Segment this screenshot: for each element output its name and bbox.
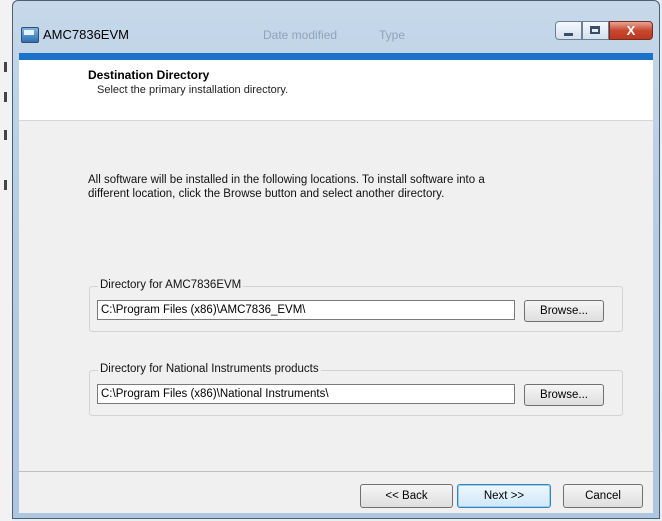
desktop-mark — [4, 180, 7, 190]
directory-path-input-amc7836evm[interactable] — [97, 300, 515, 320]
page-subtitle: Select the primary installation director… — [97, 84, 289, 96]
desktop-mark — [4, 62, 7, 72]
background-desktop-strip — [0, 0, 12, 521]
close-button[interactable]: X — [609, 21, 653, 40]
directory-label: Directory for AMC7836EVM — [98, 279, 244, 291]
desktop-mark — [4, 130, 7, 140]
minimize-button[interactable] — [555, 21, 582, 40]
maximize-button[interactable] — [582, 21, 609, 40]
page-title: Destination Directory — [88, 68, 210, 82]
background-ghost-text: Type — [379, 28, 406, 42]
directory-group-national-instruments: Directory for National Instruments produ… — [89, 363, 623, 416]
browse-button-national-instruments[interactable]: Browse... — [524, 384, 604, 406]
directory-group-amc7836evm: Directory for AMC7836EVM Browse... — [89, 279, 623, 332]
dialog-client-area: Destination Directory Select the primary… — [19, 60, 653, 513]
accent-bar — [19, 53, 653, 60]
directory-label: Directory for National Instruments produ… — [98, 363, 321, 375]
instructions-text: All software will be installed in the fo… — [88, 174, 485, 200]
background-ghost-text: Date modified — [263, 28, 338, 42]
wizard-header: Destination Directory Select the primary… — [19, 60, 653, 121]
cancel-button[interactable]: Cancel — [563, 484, 643, 508]
caption-buttons: X — [555, 21, 653, 42]
back-button[interactable]: << Back — [360, 484, 453, 508]
browse-button-amc7836evm[interactable]: Browse... — [524, 300, 604, 322]
app-icon — [21, 27, 39, 43]
installer-window: AMC7836EVM Date modified Type X Destinat… — [12, 0, 660, 519]
close-icon: X — [626, 23, 636, 38]
window-title: AMC7836EVM — [43, 27, 129, 42]
wizard-footer: << Back Next >> Cancel — [19, 471, 653, 514]
title-bar[interactable]: AMC7836EVM Date modified Type X — [13, 1, 659, 53]
directory-path-input-national-instruments[interactable] — [97, 384, 515, 404]
next-button[interactable]: Next >> — [457, 484, 551, 508]
minimize-icon — [564, 33, 573, 36]
desktop-mark — [4, 92, 7, 102]
maximize-icon — [590, 26, 600, 34]
